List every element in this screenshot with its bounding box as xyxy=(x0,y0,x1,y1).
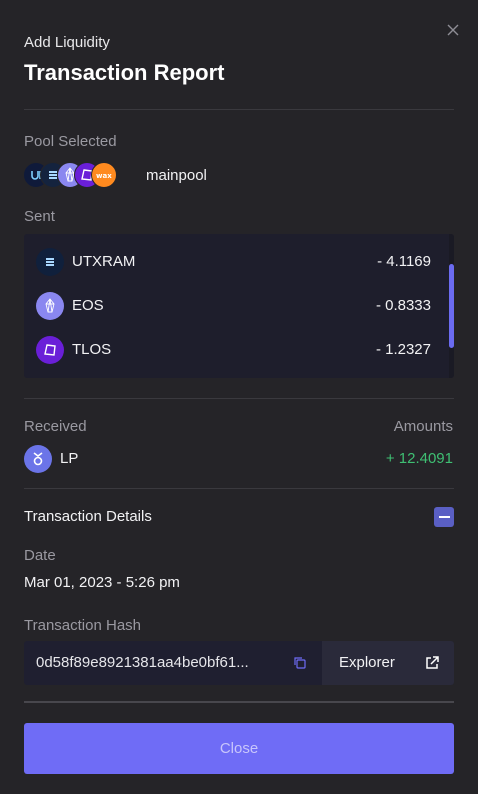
transaction-details-title: Transaction Details xyxy=(24,508,152,525)
pool-name: mainpool xyxy=(146,167,207,184)
amounts-label: Amounts xyxy=(393,418,453,435)
token-name: TLOS xyxy=(72,341,112,358)
divider xyxy=(24,109,454,110)
token-amount: - 0.8333 xyxy=(375,297,431,314)
wax-icon: wax xyxy=(91,162,117,188)
token-name: EOS xyxy=(72,297,104,314)
sent-list[interactable]: UTXRAM - 4.1169 EOS - 0.8333 TLOS - 1.23… xyxy=(24,234,454,378)
date-value: Mar 01, 2023 - 5:26 pm xyxy=(24,574,180,591)
tlos-icon xyxy=(36,336,64,364)
divider xyxy=(24,701,454,703)
date-label: Date xyxy=(24,547,56,564)
transaction-hash-label: Transaction Hash xyxy=(24,617,141,634)
divider xyxy=(24,488,454,489)
sent-label: Sent xyxy=(24,208,55,225)
received-label: Received xyxy=(24,418,87,435)
lp-icon xyxy=(24,445,52,473)
close-button[interactable]: Close xyxy=(24,723,454,774)
copy-icon[interactable] xyxy=(292,655,308,671)
explorer-label: Explorer xyxy=(339,654,395,671)
received-token-name: LP xyxy=(60,450,79,467)
scrollbar[interactable] xyxy=(449,234,454,378)
received-amount: + 12.4091 xyxy=(385,450,453,467)
close-icon[interactable] xyxy=(445,22,461,38)
modal-title: Transaction Report xyxy=(24,60,225,85)
list-item: UTXRAM - 4.1169 xyxy=(24,240,450,284)
transaction-hash-value: 0d58f89e8921381aa4be0bf61... xyxy=(36,654,249,671)
list-item: EOS - 0.8333 xyxy=(24,284,450,328)
modal-subtitle: Add Liquidity xyxy=(24,34,110,51)
pool-selected-label: Pool Selected xyxy=(24,133,117,150)
scrollbar-thumb[interactable] xyxy=(449,264,454,348)
explorer-button[interactable]: Explorer xyxy=(322,641,454,685)
token-name: UTXRAM xyxy=(72,253,136,270)
minus-icon xyxy=(438,516,450,518)
eos-icon xyxy=(36,292,64,320)
svg-text:wax: wax xyxy=(96,172,112,180)
utxram-icon xyxy=(36,248,64,276)
transaction-hash-field: 0d58f89e8921381aa4be0bf61... Explorer xyxy=(24,641,454,685)
pool-token-icons: wax xyxy=(23,162,123,188)
collapse-button[interactable] xyxy=(434,507,454,527)
token-amount: - 1.2327 xyxy=(375,341,431,358)
token-amount: - 4.1169 xyxy=(377,253,431,270)
divider xyxy=(24,398,454,399)
external-link-icon xyxy=(426,656,439,669)
list-item: TLOS - 1.2327 xyxy=(24,328,450,372)
close-button-label: Close xyxy=(219,740,259,757)
